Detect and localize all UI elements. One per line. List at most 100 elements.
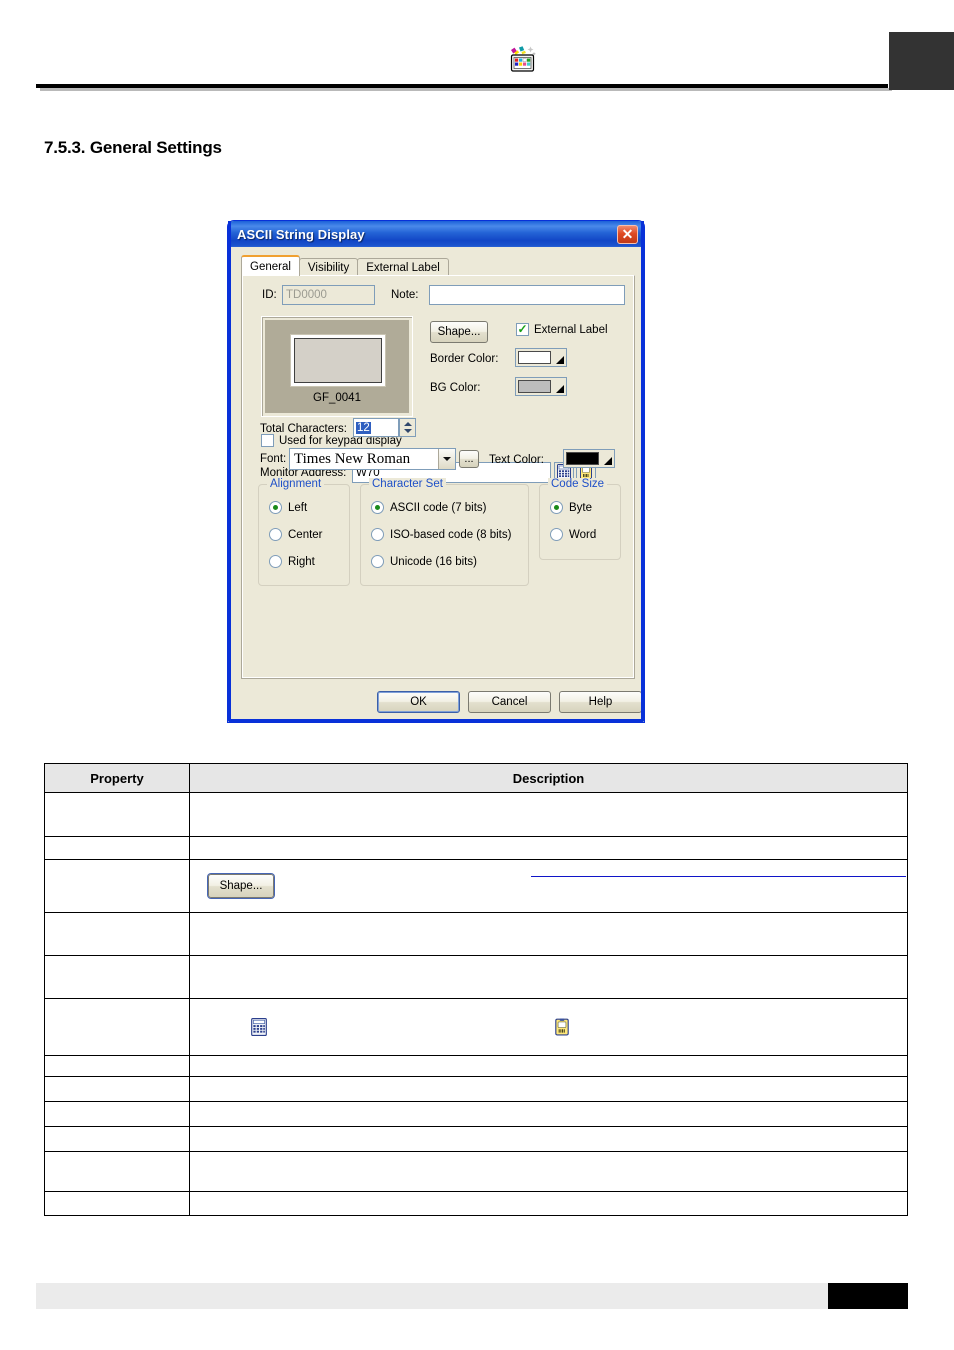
radio-button [269, 528, 282, 541]
table-cell-description [189, 998, 908, 1056]
table-row [44, 1151, 908, 1192]
radio-button [269, 555, 282, 568]
alignment-group: Alignment Left Center Right [258, 478, 350, 586]
table-cell-description [189, 792, 908, 837]
code-size-group-title: Code Size [548, 478, 608, 490]
border-color-swatch [518, 351, 551, 364]
font-browse-button[interactable]: ... [459, 450, 479, 468]
stepper-down-icon[interactable] [403, 429, 412, 433]
table-row [44, 1191, 908, 1216]
table-cell-property [44, 998, 190, 1056]
tab-external-label[interactable]: External Label [357, 258, 449, 276]
table-row [44, 998, 908, 1056]
keypad-tag-icon[interactable] [553, 1016, 571, 1038]
table-cell-description [189, 836, 908, 860]
character-set-group-title: Character Set [369, 478, 446, 490]
table-cell-description [189, 1191, 908, 1216]
header-corner-block [889, 32, 954, 90]
table-cell-property [44, 836, 190, 860]
footer-corner-block [828, 1283, 908, 1309]
bg-color-picker[interactable] [515, 377, 567, 396]
font-select[interactable]: Times New Roman [289, 448, 456, 470]
table-row [44, 955, 908, 999]
chevron-down-icon[interactable] [438, 449, 455, 469]
table-cell-property [44, 1076, 190, 1102]
id-field[interactable]: TD0000 [282, 285, 375, 305]
character-set-group: Character Set ASCII code (7 bits) ISO-ba… [360, 478, 529, 586]
radio-alignment-center[interactable]: Center [269, 528, 323, 541]
total-characters-input[interactable]: 12 [353, 418, 399, 437]
text-color-swatch [566, 452, 599, 465]
radio-codesize-byte[interactable]: Byte [550, 501, 592, 514]
shape-preview-rect [290, 334, 386, 387]
help-button[interactable]: Help [559, 691, 642, 713]
note-field[interactable] [429, 285, 625, 305]
chevron-down-icon [604, 456, 612, 465]
radio-label: Center [288, 528, 323, 541]
radio-charset-unicode[interactable]: Unicode (16 bits) [371, 555, 477, 568]
table-cell-description [189, 1101, 908, 1127]
tab-panel-general: ID: TD0000 Note: GF_0041 Shape... ✓ Exte… [241, 275, 635, 679]
table-row [44, 1055, 908, 1077]
table-cell-description: Shape... [189, 859, 908, 913]
font-select-value: Times New Roman [294, 450, 411, 467]
code-size-group: Code Size Byte Word [539, 478, 621, 560]
property-description-table: Property Description Shape... [44, 763, 908, 1216]
table-cell-description [189, 1126, 908, 1152]
table-row: Shape... [44, 859, 908, 913]
radio-charset-ascii[interactable]: ASCII code (7 bits) [371, 501, 487, 514]
footer-bar [36, 1283, 908, 1309]
external-label-checkbox-label: External Label [534, 323, 608, 336]
external-label-checkbox[interactable]: ✓ External Label [516, 323, 608, 336]
table-row [44, 836, 908, 860]
radio-alignment-right[interactable]: Right [269, 555, 315, 568]
radio-alignment-left[interactable]: Left [269, 501, 307, 514]
id-label: ID: [262, 289, 277, 301]
total-characters-stepper[interactable] [399, 418, 416, 437]
radio-codesize-word[interactable]: Word [550, 528, 596, 541]
calculator-icon[interactable] [250, 1016, 268, 1038]
table-row [44, 912, 908, 956]
ok-button[interactable]: OK [377, 691, 460, 713]
radio-button [269, 501, 282, 514]
table-cell-property [44, 1055, 190, 1077]
stepper-up-icon[interactable] [403, 422, 412, 426]
table-cell-property [44, 955, 190, 999]
border-color-label: Border Color: [430, 353, 499, 365]
table-hyperlink-rule[interactable] [531, 876, 906, 877]
dialog-titlebar[interactable]: ASCII String Display ✕ [228, 221, 644, 247]
bg-color-swatch [518, 380, 551, 393]
checkbox-box: ✓ [516, 321, 529, 336]
column-header-property: Property [44, 763, 190, 793]
table-row [44, 1076, 908, 1102]
radio-label: Right [288, 555, 315, 568]
radio-button [371, 528, 384, 541]
tab-visibility[interactable]: Visibility [298, 258, 359, 276]
table-shape-button[interactable]: Shape... [208, 874, 274, 898]
table-cell-property [44, 1101, 190, 1127]
shape-preview-name: GF_0041 [313, 392, 361, 404]
radio-label: Word [569, 528, 597, 541]
column-header-description: Description [189, 763, 908, 793]
radio-label: Unicode (16 bits) [390, 555, 477, 568]
border-color-picker[interactable] [515, 348, 567, 367]
page-title: 7.5.3. General Settings [44, 138, 222, 157]
table-cell-property [44, 859, 190, 913]
text-color-picker[interactable] [563, 449, 615, 468]
radio-label: ASCII code (7 bits) [390, 501, 487, 514]
font-label: Font: [260, 453, 287, 465]
radio-charset-iso[interactable]: ISO-based code (8 bits) [371, 528, 511, 541]
close-icon[interactable]: ✕ [617, 224, 638, 244]
bg-color-label: BG Color: [430, 382, 481, 394]
checkbox-box [261, 434, 274, 447]
radio-label: Left [288, 501, 308, 514]
note-label: Note: [391, 289, 419, 301]
dialog-title: ASCII String Display [237, 226, 365, 242]
table-cell-property [44, 792, 190, 837]
shape-button[interactable]: Shape... [430, 321, 488, 343]
table-cell-property [44, 1126, 190, 1152]
table-cell-description [189, 1151, 908, 1192]
cancel-button[interactable]: Cancel [468, 691, 551, 713]
chevron-down-icon [556, 355, 564, 364]
tab-general[interactable]: General [241, 255, 300, 276]
